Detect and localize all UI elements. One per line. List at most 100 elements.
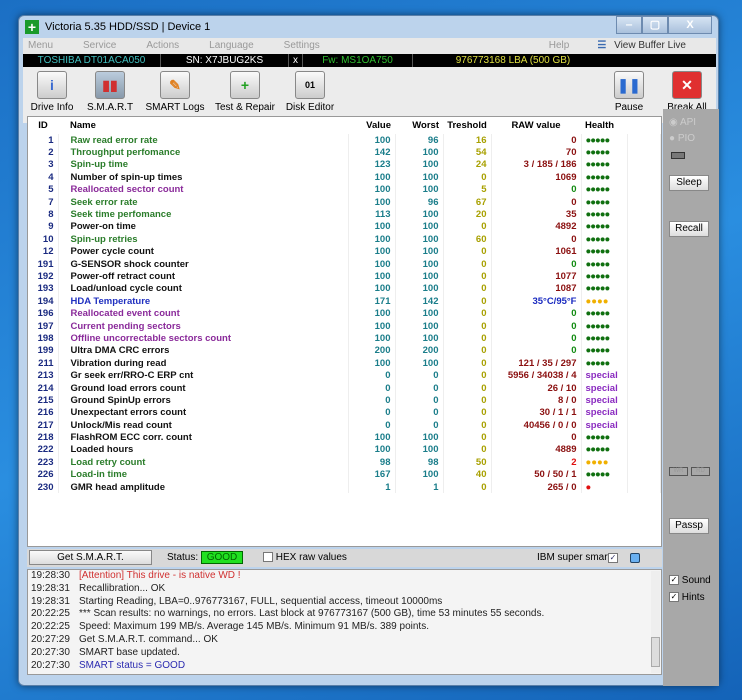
menu-service[interactable]: Service: [78, 38, 121, 54]
api-radio[interactable]: ◉ API: [669, 117, 696, 128]
maximize-button[interactable]: ▢: [642, 16, 668, 34]
col-id[interactable]: ID: [28, 117, 58, 134]
scrollbar-thumb[interactable]: [651, 637, 660, 667]
smart-row[interactable]: 192 Power-off retract count 100 100 0 1077 ●●●…: [28, 270, 661, 283]
attr-id: 1: [28, 134, 59, 147]
smart-row[interactable]: 2 Throughput perfomance 142 100 54 70 ●●●●●: [28, 146, 661, 159]
color-indicator[interactable]: [630, 553, 640, 563]
indicator-led: [671, 152, 685, 159]
smart-row[interactable]: 226 Load-in time 167 100 40 50 / 50 / 1 ●●●●●: [28, 468, 661, 481]
smart-button[interactable]: ▮▮ S.M.A.R.T: [81, 67, 139, 123]
smart-row[interactable]: 194 HDA Temperature 171 142 0 35°C/95°F ●●●●: [28, 295, 661, 308]
drive-info-button[interactable]: i Drive Info: [23, 67, 81, 123]
log-time: 20:27:30: [31, 659, 70, 671]
smart-row[interactable]: 214 Ground load errors count 0 0 0 26 / 10 spe…: [28, 381, 661, 395]
smart-row[interactable]: 3 Spin-up time 123 100 24 3 / 185 / 186 ●●●●●: [28, 158, 661, 172]
smart-row[interactable]: 12 Power cycle count 100 100 0 1061 ●●●●●: [28, 245, 661, 258]
attr-value: 100: [348, 282, 396, 296]
smart-row[interactable]: 197 Current pending sectors 100 100 0 0 ●●●●●: [28, 319, 661, 333]
hex-raw-checkbox[interactable]: HEX raw values: [263, 549, 347, 567]
col-worst[interactable]: Worst: [395, 117, 443, 134]
attr-health: ●●●●●: [581, 158, 628, 172]
smart-row[interactable]: 217 Unlock/Mis read count 0 0 0 40456 / 0 / 0…: [28, 418, 661, 432]
log-message: Starting Reading, LBA=0..976773167, FULL…: [79, 595, 443, 607]
attr-treshold: 20: [443, 208, 492, 221]
smart-row[interactable]: 198 Offline uncorrectable sectors count 10…: [28, 332, 661, 345]
smart-row[interactable]: 9 Power-on time 100 100 0 4892 ●●●●●: [28, 220, 661, 234]
pio-radio[interactable]: ● PIO: [669, 133, 695, 144]
pause-button[interactable]: ❚❚ Pause: [600, 67, 658, 123]
hints-label: Hints: [681, 592, 705, 603]
passp-button[interactable]: Passp: [669, 518, 709, 534]
sound-checkbox[interactable]: ✓ Sound: [669, 575, 711, 586]
smart-row[interactable]: 216 Unexpectant errors count 0 0 0 30 / 1 / 1…: [28, 406, 661, 419]
col-raw-value[interactable]: RAW value: [491, 117, 581, 134]
attr-health: ●●●●●: [581, 468, 628, 481]
attr-treshold: 0: [443, 480, 492, 494]
col-health[interactable]: Health: [581, 117, 627, 134]
smart-row[interactable]: 7 Seek error rate 100 96 67 0 ●●●●●: [28, 195, 661, 209]
close-drive-x[interactable]: x: [289, 54, 303, 67]
smart-row[interactable]: 193 Load/unload cycle count 100 100 0 1087 ●●●…: [28, 282, 661, 296]
toolbar: i Drive Info ▮▮ S.M.A.R.T ✎ SMART Logs + Tes…: [23, 67, 716, 123]
smart-row[interactable]: 10 Spin-up retries 100 100 60 0 ●●●●●: [28, 233, 661, 246]
get-smart-button[interactable]: Get S.M.A.R.T.: [29, 550, 152, 565]
attr-id: 217: [28, 418, 59, 432]
attr-raw-value: 8 / 0: [491, 394, 582, 407]
checkbox-icon: ✓: [669, 592, 679, 603]
hints-checkbox[interactable]: ✓ Hints: [669, 592, 705, 603]
pause-icon: ❚❚: [614, 71, 644, 99]
sleep-button[interactable]: Sleep: [669, 175, 709, 191]
menu-actions[interactable]: Actions: [141, 38, 184, 54]
attr-worst: 96: [395, 195, 444, 209]
attr-id: 8: [28, 208, 59, 221]
attr-treshold: 0: [443, 406, 492, 419]
attr-worst: 142: [395, 295, 444, 308]
minimize-button[interactable]: ‒: [616, 16, 642, 34]
attr-health: special: [581, 381, 628, 395]
attr-value: 113: [348, 208, 396, 221]
col-treshold[interactable]: Treshold: [443, 117, 491, 134]
close-button[interactable]: X: [668, 16, 712, 34]
col-value[interactable]: Value: [348, 117, 395, 134]
smart-row[interactable]: 215 Ground SpinUp errors 0 0 0 8 / 0 special: [28, 394, 661, 407]
attr-value: 100: [348, 357, 396, 370]
menu-language[interactable]: Language: [204, 38, 259, 54]
smart-logs-button[interactable]: ✎ SMART Logs: [139, 67, 211, 123]
smart-row[interactable]: 196 Reallocated event count 100 100 0 0 ●●●●●: [28, 307, 661, 320]
smart-row[interactable]: 5 Reallocated sector count 100 100 5 0 ●●●●●: [28, 183, 661, 196]
view-buffer-live-button[interactable]: ☰ View Buffer Live: [592, 38, 716, 54]
smart-row[interactable]: 222 Loaded hours 100 100 0 4889 ●●●●●: [28, 443, 661, 457]
app-window: + Victoria 5.35 HDD/SSD | Device 1 ‒ ▢ X…: [18, 15, 719, 686]
menu-settings[interactable]: Settings: [279, 38, 325, 54]
smart-row[interactable]: 230 GMR head amplitude 1 1 0 265 / 0 ●: [28, 480, 661, 494]
test-repair-button[interactable]: + Test & Repair: [211, 67, 279, 123]
log-line: 19:28:31 Recallibration... OK: [28, 583, 661, 596]
attr-name: Seek error rate: [58, 195, 349, 209]
smart-row[interactable]: 213 Gr seek err/RRO-C ERP cnt 0 0 0 5956 / 34…: [28, 369, 661, 382]
smart-row[interactable]: 199 Ultra DMA CRC errors 200 200 0 0 ●●●●●: [28, 344, 661, 358]
ibm-super-smart-checkbox[interactable]: ✓: [608, 553, 618, 563]
smart-row[interactable]: 4 Number of spin-up times 100 100 0 1069 ●●●●●: [28, 171, 661, 184]
smart-table-panel: ID Name Value Worst Treshold RAW value H…: [27, 116, 662, 547]
smart-row[interactable]: 211 Vibration during read 100 100 0 121 / 35 …: [28, 357, 661, 370]
log-scrollbar[interactable]: [651, 571, 660, 673]
attr-id: 214: [28, 381, 59, 395]
smart-row[interactable]: 191 G-SENSOR shock counter 100 100 0 0 ●●●●●: [28, 257, 661, 271]
smart-row[interactable]: 218 FlashROM ECC corr. count 100 100 0 0 ●●●●●: [28, 431, 661, 444]
menu-help[interactable]: Help: [544, 38, 575, 54]
attr-treshold: 40: [443, 468, 492, 481]
folder-icon: ✎: [160, 71, 190, 99]
smart-row[interactable]: 223 Load retry count 98 98 50 2 ●●●●: [28, 456, 661, 469]
attr-treshold: 0: [443, 295, 492, 308]
smart-row[interactable]: 8 Seek time perfomance 113 100 20 35 ●●●●●: [28, 208, 661, 221]
attr-raw-value: 35: [491, 208, 582, 221]
menu-menu[interactable]: Menu: [23, 38, 58, 54]
attr-health: ●●●●●: [581, 307, 628, 320]
recall-button[interactable]: Recall: [669, 221, 709, 237]
attr-id: 230: [28, 480, 59, 494]
disk-editor-button[interactable]: 01 Disk Editor: [279, 67, 341, 123]
attr-worst: 100: [395, 319, 444, 333]
col-name[interactable]: Name: [58, 117, 348, 134]
smart-row[interactable]: 1 Raw read error rate 100 96 16 0 ●●●●●: [28, 134, 661, 147]
